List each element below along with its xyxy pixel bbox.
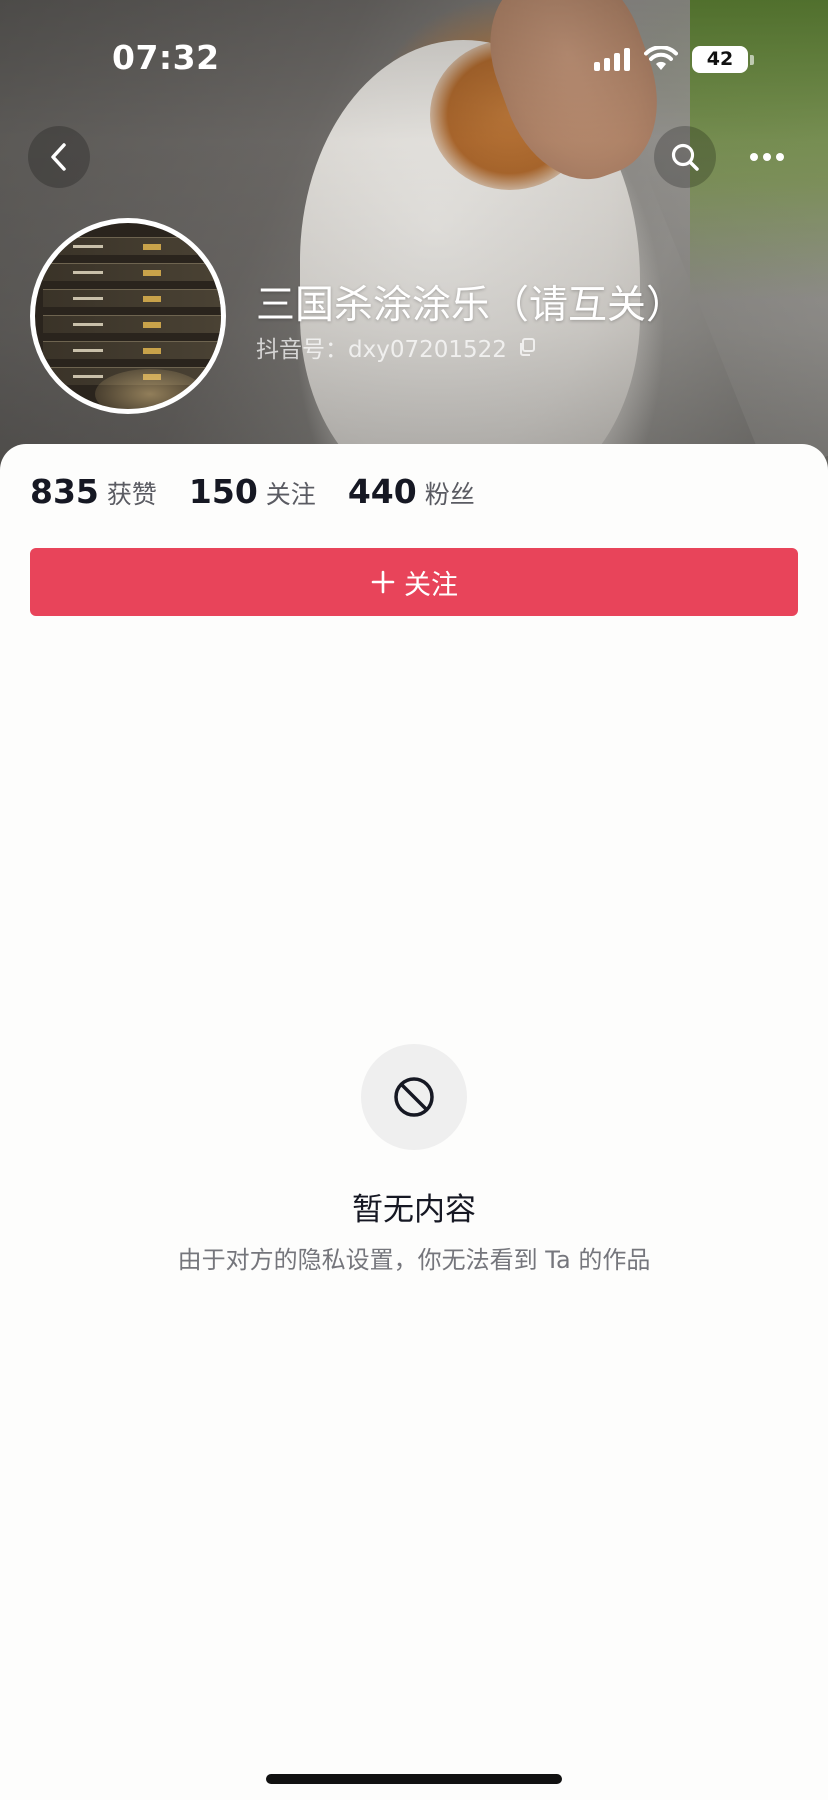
plus-icon <box>371 570 395 594</box>
profile-screen: 07:32 42 三国杀涂涂乐（请互关） 抖音号：dxy07201522 835… <box>0 0 828 1800</box>
stat-followers-label: 粉丝 <box>424 480 475 509</box>
stat-followers-value: 440 <box>347 472 417 511</box>
profile-id-label: 抖音号： <box>256 337 348 363</box>
stat-followers[interactable]: 440 粉丝 <box>348 472 475 511</box>
follow-button[interactable]: 关注 <box>30 548 798 616</box>
more-button[interactable] <box>736 126 798 188</box>
profile-id-row: 抖音号：dxy07201522 <box>256 330 537 364</box>
home-indicator[interactable] <box>266 1774 562 1784</box>
wifi-icon <box>644 46 678 70</box>
profile-name: 三国杀涂涂乐（请互关） <box>256 283 686 328</box>
follow-button-label: 关注 <box>404 569 458 601</box>
stat-following[interactable]: 150 关注 <box>189 472 316 511</box>
copy-icon[interactable] <box>517 337 537 357</box>
block-icon <box>394 1077 434 1117</box>
avatar[interactable] <box>30 218 226 414</box>
chevron-left-icon <box>51 143 66 171</box>
stat-likes-value: 835 <box>30 472 99 511</box>
profile-stats: 835 获赞 150 关注 440 粉丝 <box>30 472 475 511</box>
stat-likes[interactable]: 835 获赞 <box>30 472 157 511</box>
stat-likes-label: 获赞 <box>106 480 157 509</box>
battery-icon: 42 <box>692 45 754 73</box>
back-button[interactable] <box>28 126 90 188</box>
cellular-signal-icon <box>594 47 630 71</box>
search-icon <box>671 143 699 171</box>
profile-id: 抖音号：dxy07201522 <box>256 330 507 364</box>
empty-state-description: 由于对方的隐私设置，你无法看到 Ta 的作品 <box>177 1246 651 1274</box>
stat-following-label: 关注 <box>265 480 316 509</box>
empty-state-title: 暂无内容 <box>352 1192 476 1228</box>
profile-content-sheet: 835 获赞 150 关注 440 粉丝 关注 暂无内容 由于对方的隐私设置，你… <box>0 444 828 1800</box>
status-time: 07:32 <box>112 38 220 77</box>
search-button[interactable] <box>654 126 716 188</box>
empty-state-icon-wrap <box>361 1044 467 1150</box>
status-icons: 42 <box>594 44 754 74</box>
stat-following-value: 150 <box>188 472 258 511</box>
more-horizontal-icon <box>750 153 784 161</box>
profile-id-value: dxy07201522 <box>348 337 507 363</box>
